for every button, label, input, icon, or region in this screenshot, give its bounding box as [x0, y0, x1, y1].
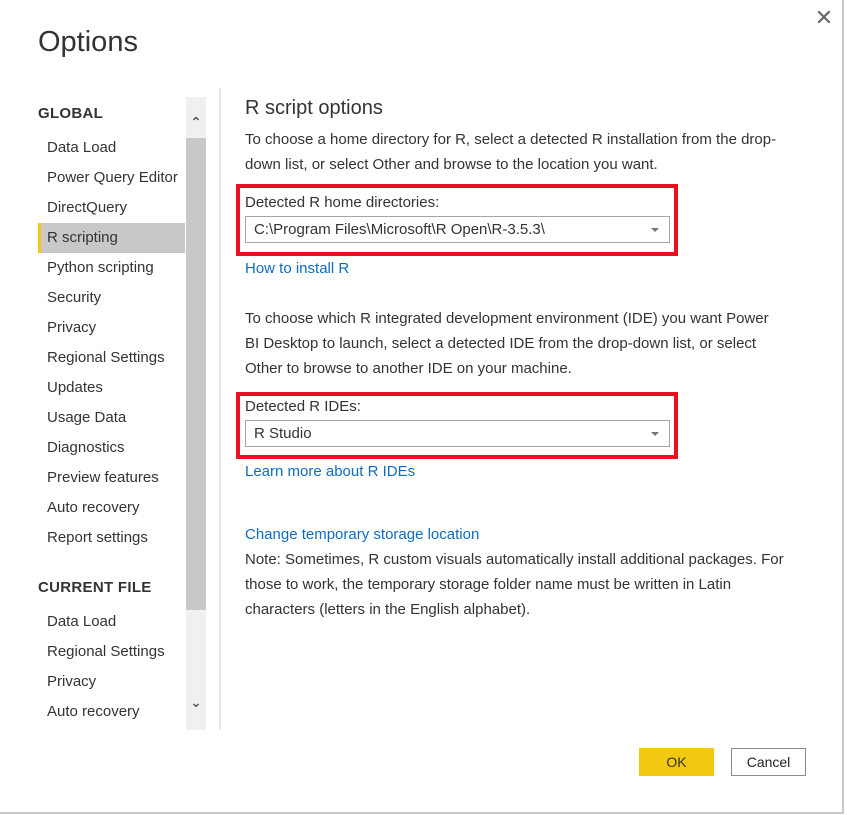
- scrollbar-thumb[interactable]: [186, 138, 206, 610]
- sidebar-item-diagnostics[interactable]: Diagnostics: [38, 433, 185, 463]
- sidebar-item-auto-recovery[interactable]: Auto recovery: [38, 493, 185, 523]
- close-icon[interactable]: ✕: [814, 7, 834, 29]
- sidebar-item-r-scripting[interactable]: R scripting: [38, 223, 185, 253]
- home-label: Detected R home directories:: [245, 194, 440, 211]
- sidebar-item-auto-recovery[interactable]: Auto recovery: [38, 697, 185, 727]
- section-current-file: CURRENT FILE: [38, 579, 152, 596]
- sidebar-item-updates[interactable]: Updates: [38, 373, 185, 403]
- sidebar-item-data-load[interactable]: Data Load: [38, 133, 185, 163]
- storage-location-link[interactable]: Change temporary storage location: [245, 526, 479, 543]
- sidebar-item-privacy[interactable]: Privacy: [38, 313, 185, 343]
- ide-label: Detected R IDEs:: [245, 398, 361, 415]
- scroll-down-icon[interactable]: ⌄: [186, 687, 206, 717]
- sidebar-scrollbar[interactable]: ⌃ ⌄: [186, 97, 206, 730]
- ok-button[interactable]: OK: [639, 748, 714, 776]
- learn-ide-link[interactable]: Learn more about R IDEs: [245, 463, 415, 480]
- sidebar-item-power-query-editor[interactable]: Power Query Editor: [38, 163, 185, 193]
- sidebar-item-privacy[interactable]: Privacy: [38, 667, 185, 697]
- sidebar-item-report-settings[interactable]: Report settings: [38, 523, 185, 553]
- home-directory-select[interactable]: C:\Program Files\Microsoft\R Open\R-3.5.…: [245, 216, 670, 243]
- scroll-up-icon[interactable]: ⌃: [186, 107, 206, 137]
- storage-note: Note: Sometimes, R custom visuals automa…: [245, 551, 784, 618]
- divider: [219, 88, 221, 730]
- options-dialog: Options ✕ GLOBAL Data Load Power Query Ed…: [0, 0, 844, 814]
- sidebar-item-regional-settings[interactable]: Regional Settings: [38, 343, 185, 373]
- cancel-button[interactable]: Cancel: [731, 748, 806, 776]
- chevron-down-icon: [651, 228, 659, 232]
- page-heading: R script options: [245, 97, 383, 119]
- sidebar-item-preview-features[interactable]: Preview features: [38, 463, 185, 493]
- install-r-link[interactable]: How to install R: [245, 260, 349, 277]
- sidebar-item-python-scripting[interactable]: Python scripting: [38, 253, 185, 283]
- ide-select[interactable]: R Studio: [245, 420, 670, 447]
- ide-intro: To choose which R integrated development…: [245, 310, 769, 377]
- sidebar-item-data-load[interactable]: Data Load: [38, 607, 185, 637]
- home-intro: To choose a home directory for R, select…: [245, 131, 777, 173]
- dialog-title: Options: [38, 26, 138, 58]
- section-global: GLOBAL: [38, 105, 104, 122]
- sidebar-item-regional-settings[interactable]: Regional Settings: [38, 637, 185, 667]
- chevron-down-icon: [651, 432, 659, 436]
- sidebar-item-directquery[interactable]: DirectQuery: [38, 193, 185, 223]
- home-directory-value: C:\Program Files\Microsoft\R Open\R-3.5.…: [254, 221, 545, 238]
- ide-value: R Studio: [254, 425, 312, 442]
- sidebar-item-usage-data[interactable]: Usage Data: [38, 403, 185, 433]
- sidebar-item-security[interactable]: Security: [38, 283, 185, 313]
